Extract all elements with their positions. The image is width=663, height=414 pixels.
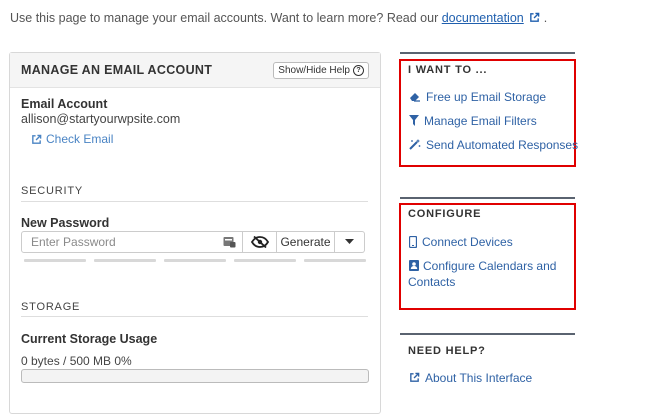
password-strength-meter: [24, 259, 366, 262]
password-input[interactable]: Enter Password: [21, 231, 243, 253]
help-button-label: Show/Hide Help: [278, 64, 350, 76]
password-row: Enter Password Generate: [21, 231, 369, 255]
configure-calendars-text: Configure Calendars and Contacts: [408, 258, 573, 290]
storage-divider: [21, 316, 368, 317]
generate-dropdown-button[interactable]: [335, 231, 365, 253]
filter-icon: [409, 115, 419, 126]
strength-segment: [304, 259, 366, 262]
need-help-heading: NEED HELP?: [408, 345, 486, 357]
free-up-storage-link[interactable]: Free up Email Storage: [409, 89, 546, 105]
configure-calendars-link[interactable]: Configure Calendars and Contacts: [408, 258, 573, 290]
intro-text: Use this page to manage your email accou…: [10, 11, 547, 25]
documentation-link[interactable]: documentation: [442, 11, 524, 25]
auto-responses-link[interactable]: Send Automated Responses: [409, 137, 578, 153]
manage-filters-link[interactable]: Manage Email Filters: [409, 113, 537, 129]
panel-header: MANAGE AN EMAIL ACCOUNT Show/Hide Help ?: [10, 53, 380, 88]
sidebar-divider: [400, 52, 575, 54]
manage-filters-label: Manage Email Filters: [424, 114, 537, 128]
show-hide-help-button[interactable]: Show/Hide Help ?: [273, 61, 369, 79]
i-want-to-heading: I WANT TO ...: [408, 64, 488, 76]
external-link-icon[interactable]: [529, 12, 540, 23]
auto-responses-label: Send Automated Responses: [426, 138, 579, 152]
address-book-icon: [409, 260, 419, 271]
strength-segment: [24, 259, 86, 262]
check-email-label: Check Email: [46, 132, 114, 146]
caret-down-icon: [345, 239, 354, 244]
intro-sentence: Use this page to manage your email accou…: [10, 11, 439, 25]
password-manager-icon[interactable]: [223, 236, 236, 248]
check-email-link[interactable]: Check Email: [31, 132, 113, 146]
external-link-icon: [32, 134, 42, 144]
new-password-label: New Password: [21, 216, 110, 230]
eye-slash-icon: [250, 236, 269, 248]
sidebar-divider: [400, 197, 575, 199]
sidebar-divider: [400, 333, 575, 335]
security-divider: [21, 201, 368, 202]
magic-wand-icon: [409, 139, 421, 150]
security-heading: SECURITY: [21, 185, 84, 197]
toggle-visibility-button[interactable]: [243, 231, 277, 253]
email-account-label: Email Account: [21, 97, 108, 111]
configure-heading: CONFIGURE: [408, 208, 482, 220]
intro-trail: .: [543, 11, 548, 25]
strength-segment: [94, 259, 156, 262]
about-interface-link[interactable]: About This Interface: [409, 370, 532, 386]
current-storage-label: Current Storage Usage: [21, 332, 158, 346]
password-placeholder: Enter Password: [31, 235, 116, 249]
about-interface-label: About This Interface: [425, 371, 533, 385]
strength-segment: [164, 259, 226, 262]
external-link-icon: [410, 372, 420, 382]
storage-heading: STORAGE: [21, 301, 81, 313]
eraser-icon: [410, 93, 420, 102]
configure-calendars-label: Configure Calendars and Contacts: [408, 259, 557, 289]
email-account-value: allison@startyourwpsite.com: [21, 112, 181, 126]
storage-usage-value: 0 bytes / 500 MB 0%: [21, 354, 132, 368]
strength-segment: [234, 259, 296, 262]
connect-devices-link[interactable]: Connect Devices: [409, 234, 513, 250]
panel-title: MANAGE AN EMAIL ACCOUNT: [21, 63, 213, 77]
free-up-storage-label: Free up Email Storage: [426, 90, 547, 104]
generate-button[interactable]: Generate: [277, 231, 335, 253]
connect-devices-label: Connect Devices: [422, 235, 513, 249]
question-icon: ?: [353, 64, 364, 76]
mobile-icon: [409, 236, 417, 248]
storage-progress-bar: [21, 369, 369, 383]
manage-email-panel: MANAGE AN EMAIL ACCOUNT Show/Hide Help ?…: [9, 52, 381, 414]
